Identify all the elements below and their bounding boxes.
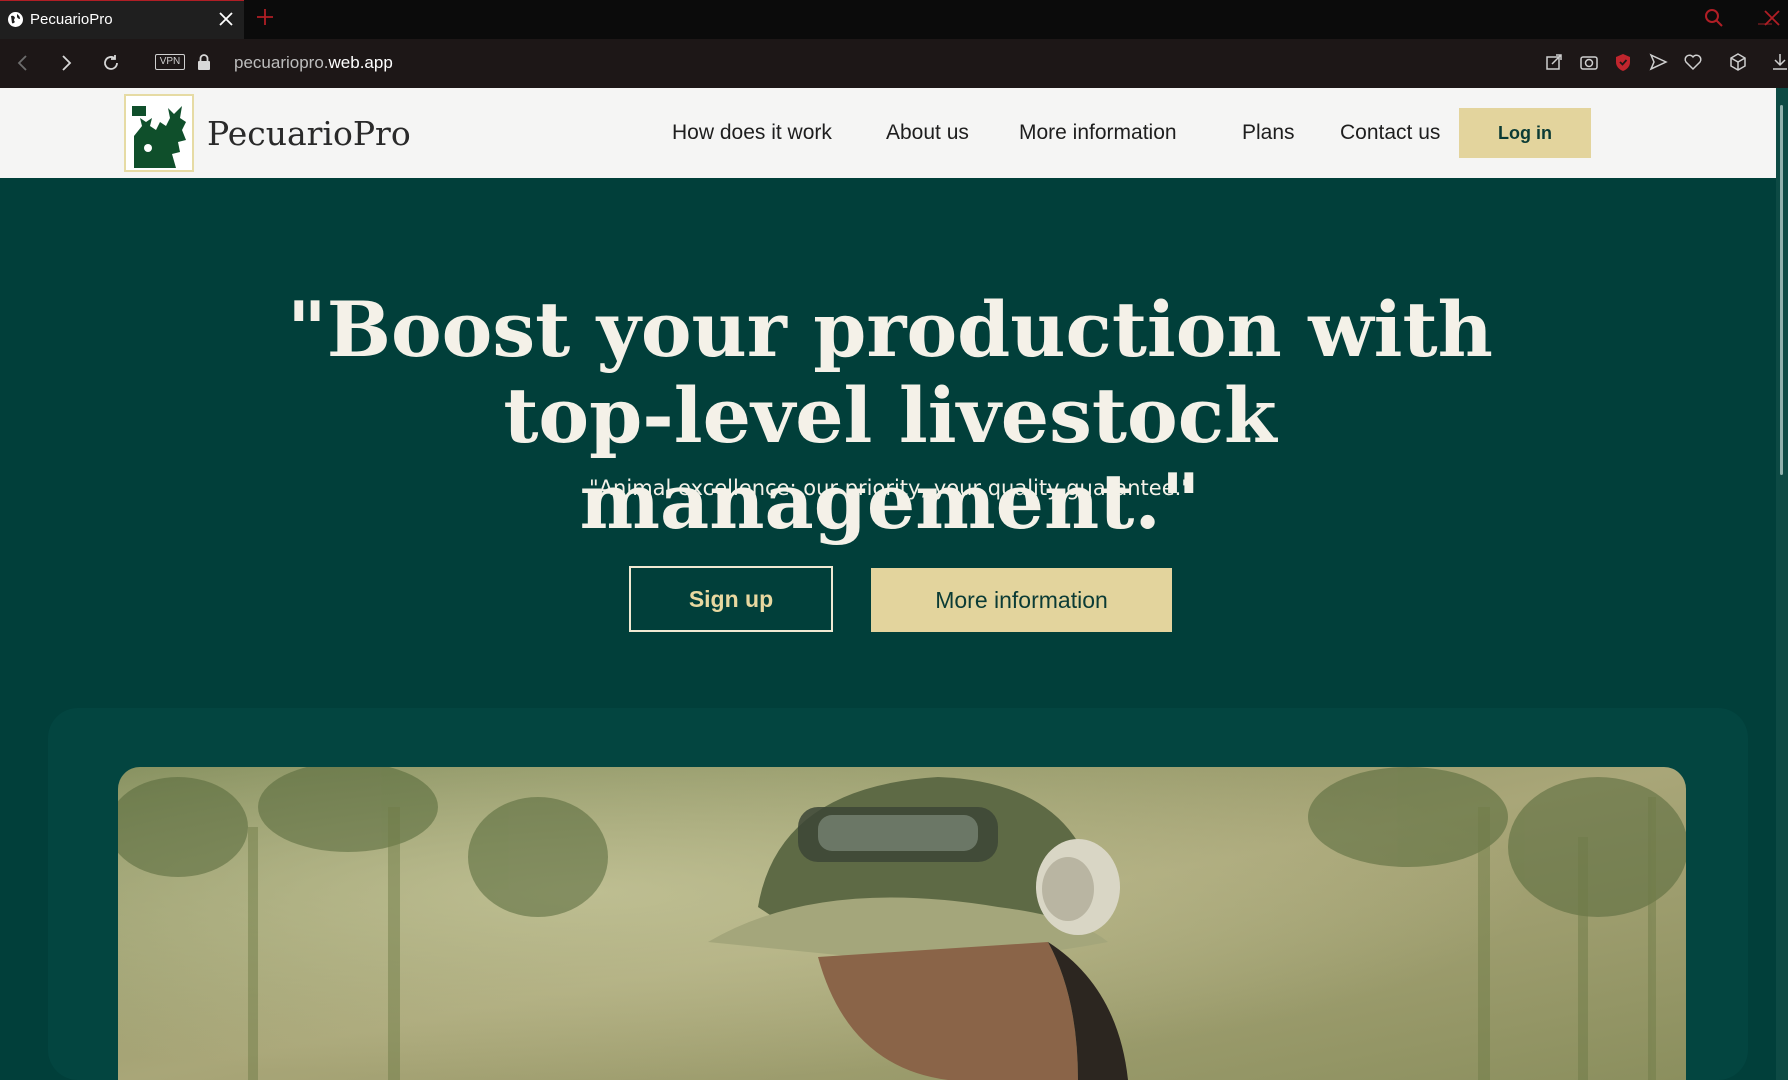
nav-contact-us[interactable]: Contact us xyxy=(1340,121,1440,145)
download-icon[interactable] xyxy=(1769,51,1788,73)
logo[interactable] xyxy=(124,94,194,172)
vpn-badge[interactable]: VPN xyxy=(155,54,185,70)
back-icon[interactable] xyxy=(12,52,34,74)
url-prefix: pecuariopro. xyxy=(234,53,329,72)
close-window-icon[interactable] xyxy=(1760,6,1784,30)
shield-icon[interactable] xyxy=(1612,51,1634,73)
nav-more-information[interactable]: More information xyxy=(1019,121,1177,145)
globe-icon xyxy=(8,12,23,27)
bull-logo-icon xyxy=(126,96,192,170)
nav-about-us[interactable]: About us xyxy=(886,121,969,145)
hero-headline: "Boost your production with top-level li… xyxy=(287,285,1493,546)
url-field[interactable]: pecuariopro.web.app xyxy=(234,53,393,73)
forward-icon[interactable] xyxy=(55,52,77,74)
browser-tab[interactable]: PecuarioPro xyxy=(0,0,244,39)
new-tab-icon[interactable] xyxy=(254,6,276,28)
hero-tagline: "Animal excellence: our priority, your q… xyxy=(589,476,1191,500)
lock-icon[interactable] xyxy=(196,53,212,71)
tab-title: PecuarioPro xyxy=(30,11,113,28)
camera-icon[interactable] xyxy=(1578,51,1600,73)
signup-button[interactable]: Sign up xyxy=(629,566,833,632)
more-information-button[interactable]: More information xyxy=(871,568,1172,632)
box-icon[interactable] xyxy=(1727,51,1749,73)
nav-how-it-works[interactable]: How does it work xyxy=(672,121,832,145)
reload-icon[interactable] xyxy=(100,52,122,74)
brand-name[interactable]: PecuarioPro xyxy=(207,114,411,153)
share-icon[interactable] xyxy=(1543,51,1565,73)
url-host: web.app xyxy=(328,53,393,72)
send-icon[interactable] xyxy=(1647,51,1669,73)
heart-icon[interactable] xyxy=(1682,51,1704,73)
login-button[interactable]: Log in xyxy=(1459,108,1591,158)
close-tab-icon[interactable] xyxy=(216,9,236,29)
hero-photo xyxy=(118,767,1686,1080)
nav-plans[interactable]: Plans xyxy=(1242,121,1295,145)
browser-tab-bar: PecuarioPro xyxy=(0,0,1788,39)
scrollbar-thumb[interactable] xyxy=(1780,105,1783,475)
search-tabs-icon[interactable] xyxy=(1702,6,1726,30)
